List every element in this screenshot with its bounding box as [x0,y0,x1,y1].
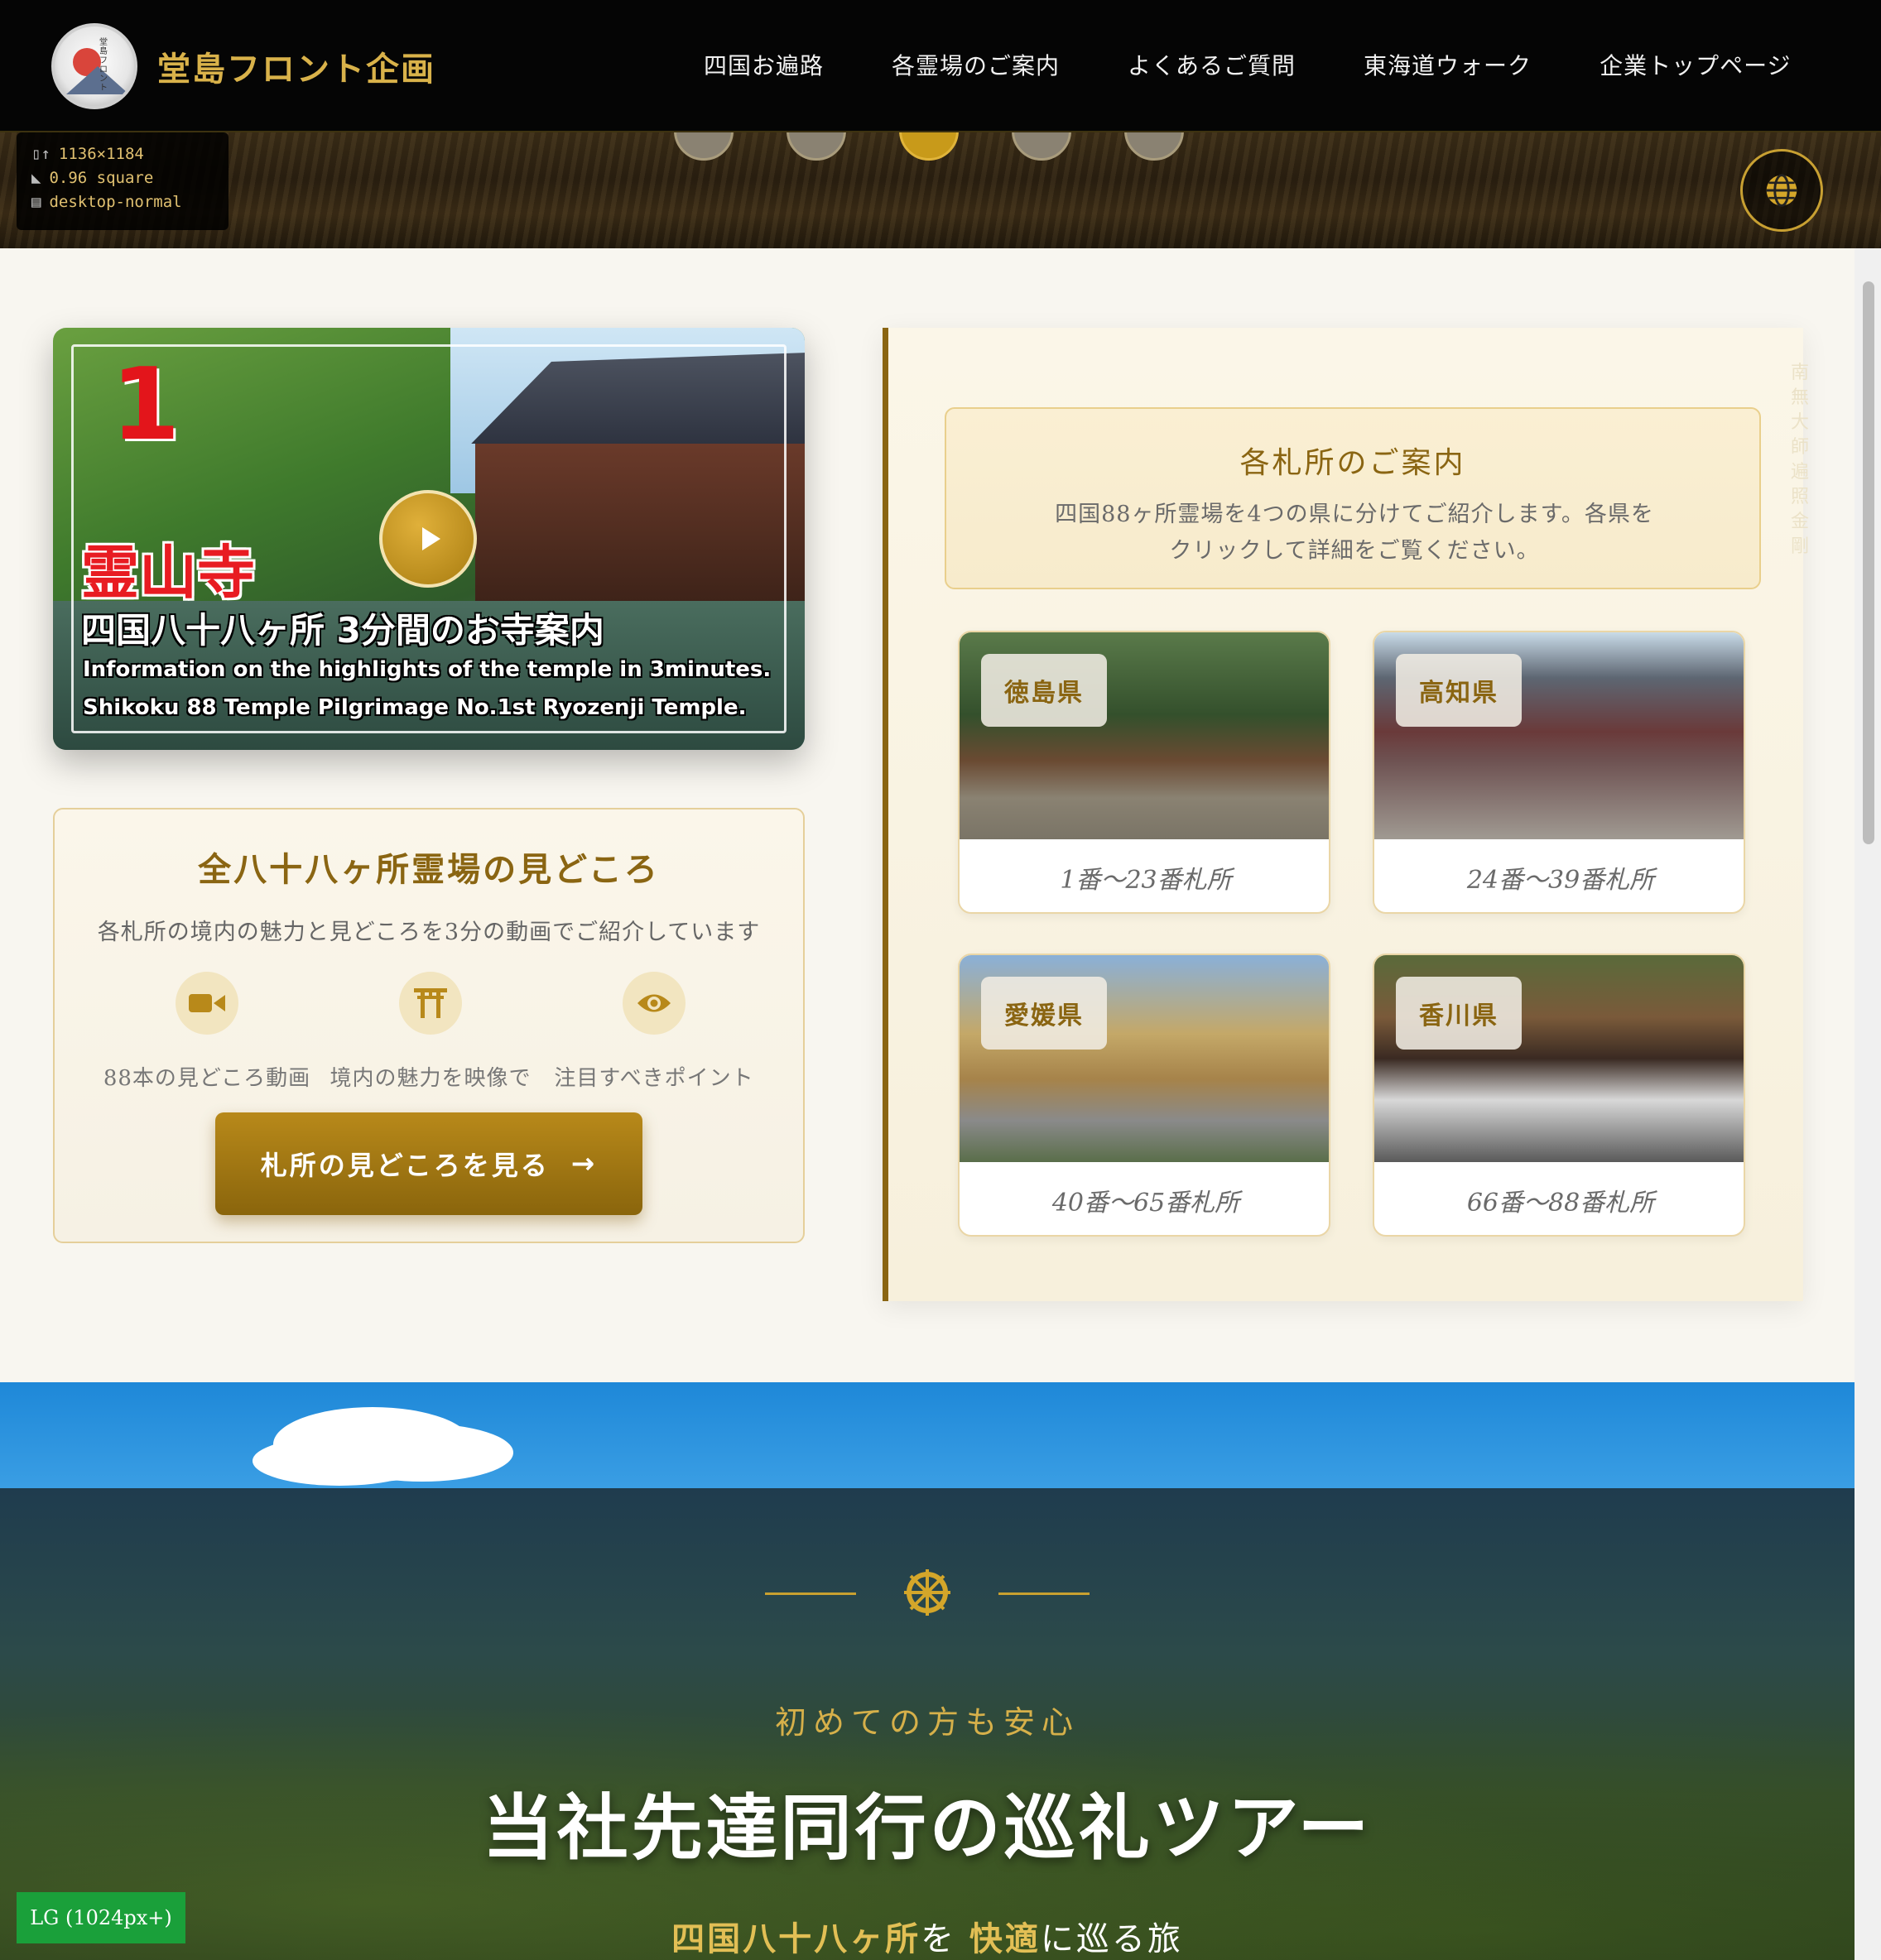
decorative-line-right [998,1592,1090,1595]
tour-tagline-part-2: を [921,1920,957,1958]
language-button[interactable] [1740,149,1823,232]
prefecture-intro-description: 四国88ヶ所霊場を4つの県に分けてご紹介します。各県をクリックして詳細をご覧くだ… [1055,502,1654,564]
video-camera-icon [176,972,238,1035]
prefecture-card-kagawa[interactable]: 香川県 66番～88番札所 [1373,954,1745,1237]
prefecture-panel: 南無大師遍照金剛 各札所のご案内 四国88ヶ所霊場を4つの県に分けてご紹介します… [883,328,1809,1301]
prefecture-range: 40番～65番札所 [1051,1189,1240,1218]
nav-faq[interactable]: よくあるご質問 [1128,48,1296,81]
prefecture-range: 1番～23番札所 [1060,866,1232,895]
video-subtitle: 四国八十八ヶ所 3分間のお寺案内 [81,610,604,651]
viewport-ratio: 0.96 square [49,169,154,187]
scrollbar-thumb[interactable] [1863,281,1874,844]
tour-cloud [273,1407,472,1482]
video-english-line-1: Information on the highlights of the tem… [83,657,772,682]
video-card[interactable]: 1 霊山寺 四国八十八ヶ所 3分間のお寺案内 Information on th… [53,328,805,750]
site-logo-text: 堂島フロント企画 [157,50,435,89]
logo-emblem: 堂島フロント [51,23,137,109]
viewport-size: 1136×1184 [58,145,144,163]
feature-points: 注目すべきポイント [538,972,770,1092]
tour-title: 当社先達同行の巡礼ツアー [482,1786,1373,1870]
viewport-debug-badge: ▯↑ 1136×1184 ◣ 0.96 square ▤ desktop-normal [17,132,229,230]
highlights-title: 全八十八ヶ所霊場の見どころ [198,850,660,889]
nav-corporate-top[interactable]: 企業トップページ [1600,48,1791,81]
device-icon: ▯↑ [31,145,51,163]
highlights-card: 全八十八ヶ所霊場の見どころ 各札所の境内の魅力と見どころを3分の動画でご紹介して… [53,808,805,1243]
prefecture-intro-box: 各札所のご案内 四国88ヶ所霊場を4つの県に分けてご紹介します。各県をクリックし… [945,407,1761,589]
nav-tokaido-walk[interactable]: 東海道ウォーク [1364,48,1532,81]
video-english-line-2: Shikoku 88 Temple Pilgrimage No.1st Ryoz… [83,695,747,720]
logo-mountain-icon [66,66,129,94]
page-scrollbar[interactable] [1855,248,1881,1960]
vertical-mantra-text: 南無大師遍照金剛 [1791,363,1810,557]
hero-strip [0,132,1881,248]
pilgrimage-tour-section: 初めての方も安心 当社先達同行の巡礼ツアー 四国八十八ヶ所を 快適に巡る旅 [0,1382,1855,1960]
ratio-icon: ◣ [31,169,41,187]
feature-videos-label: 88本の見どころ動画 [103,1066,311,1091]
nav-shikoku-henro[interactable]: 四国お遍路 [704,48,824,81]
decorative-line-left [765,1592,856,1595]
feature-precinct: 境内の魅力を映像で [315,972,546,1092]
arrow-right-icon: → [570,1147,598,1180]
prefecture-card-ehime[interactable]: 愛媛県 40番～65番札所 [958,954,1330,1237]
view-highlights-button[interactable]: 札所の見どころを見る → [215,1112,642,1215]
nav-temples-guide[interactable]: 各霊場のご案内 [892,48,1060,81]
hero-slide-dot-1[interactable] [674,132,734,161]
hero-slide-dot-2[interactable] [787,132,846,161]
tour-tagline-highlight-1: 四国八十八ヶ所 [671,1919,921,1958]
feature-precinct-label: 境内の魅力を映像で [330,1066,532,1091]
feature-videos: 88本の見どころ動画 [91,972,323,1092]
prefecture-card-tokushima[interactable]: 徳島県 1番～23番札所 [958,631,1330,914]
prefecture-range: 66番～88番札所 [1466,1189,1655,1218]
breakpoint-badge: LG (1024px+) [17,1892,185,1943]
viewport-mode: desktop-normal [49,193,182,211]
temple-guide-section: 1 霊山寺 四国八十八ヶ所 3分間のお寺案内 Information on th… [0,248,1855,1382]
dharma-wheel-icon [904,1569,950,1616]
clipboard-icon: ▤ [31,193,41,211]
view-highlights-label: 札所の見どころを見る [260,1150,550,1181]
prefecture-intro-title: 各札所のご案内 [1239,446,1466,480]
video-temple-name: 霊山寺 [81,539,255,607]
globe-icon [1766,174,1797,207]
tour-tagline-highlight-2: 快適 [969,1919,1041,1958]
hero-slide-dot-3-active[interactable] [899,132,959,161]
torii-icon [399,972,462,1035]
hero-slide-dot-5[interactable] [1124,132,1184,161]
hero-slide-dot-4[interactable] [1012,132,1071,161]
site-header: 堂島フロント 堂島フロント企画 四国お遍路 各霊場のご案内 よくあるご質問 東海… [0,0,1881,132]
logo-link[interactable]: 堂島フロント 堂島フロント企画 [51,23,435,109]
main-nav: 四国お遍路 各霊場のご案内 よくあるご質問 東海道ウォーク 企業トップページ [704,48,1792,81]
eye-icon [623,972,686,1035]
video-temple-number: 1 [111,348,180,463]
tour-subtitle: 初めての方も安心 [774,1704,1080,1741]
prefecture-name: 香川県 [1396,977,1522,1050]
tour-tagline-part-4: に巡る旅 [1040,1920,1183,1958]
feature-points-label: 注目すべきポイント [554,1066,754,1091]
prefecture-name: 徳島県 [981,654,1107,727]
tour-tagline: 四国八十八ヶ所を 快適に巡る旅 [0,1912,1855,1960]
prefecture-name: 高知県 [1396,654,1522,727]
prefecture-card-kochi[interactable]: 高知県 24番～39番札所 [1373,631,1745,914]
logo-vertical-text: 堂島フロント [99,38,108,93]
video-play-button[interactable] [379,490,477,588]
prefecture-name: 愛媛県 [981,977,1107,1050]
highlights-description: 各札所の境内の魅力と見どころを3分の動画でご紹介しています [97,920,761,945]
prefecture-range: 24番～39番札所 [1466,866,1655,895]
